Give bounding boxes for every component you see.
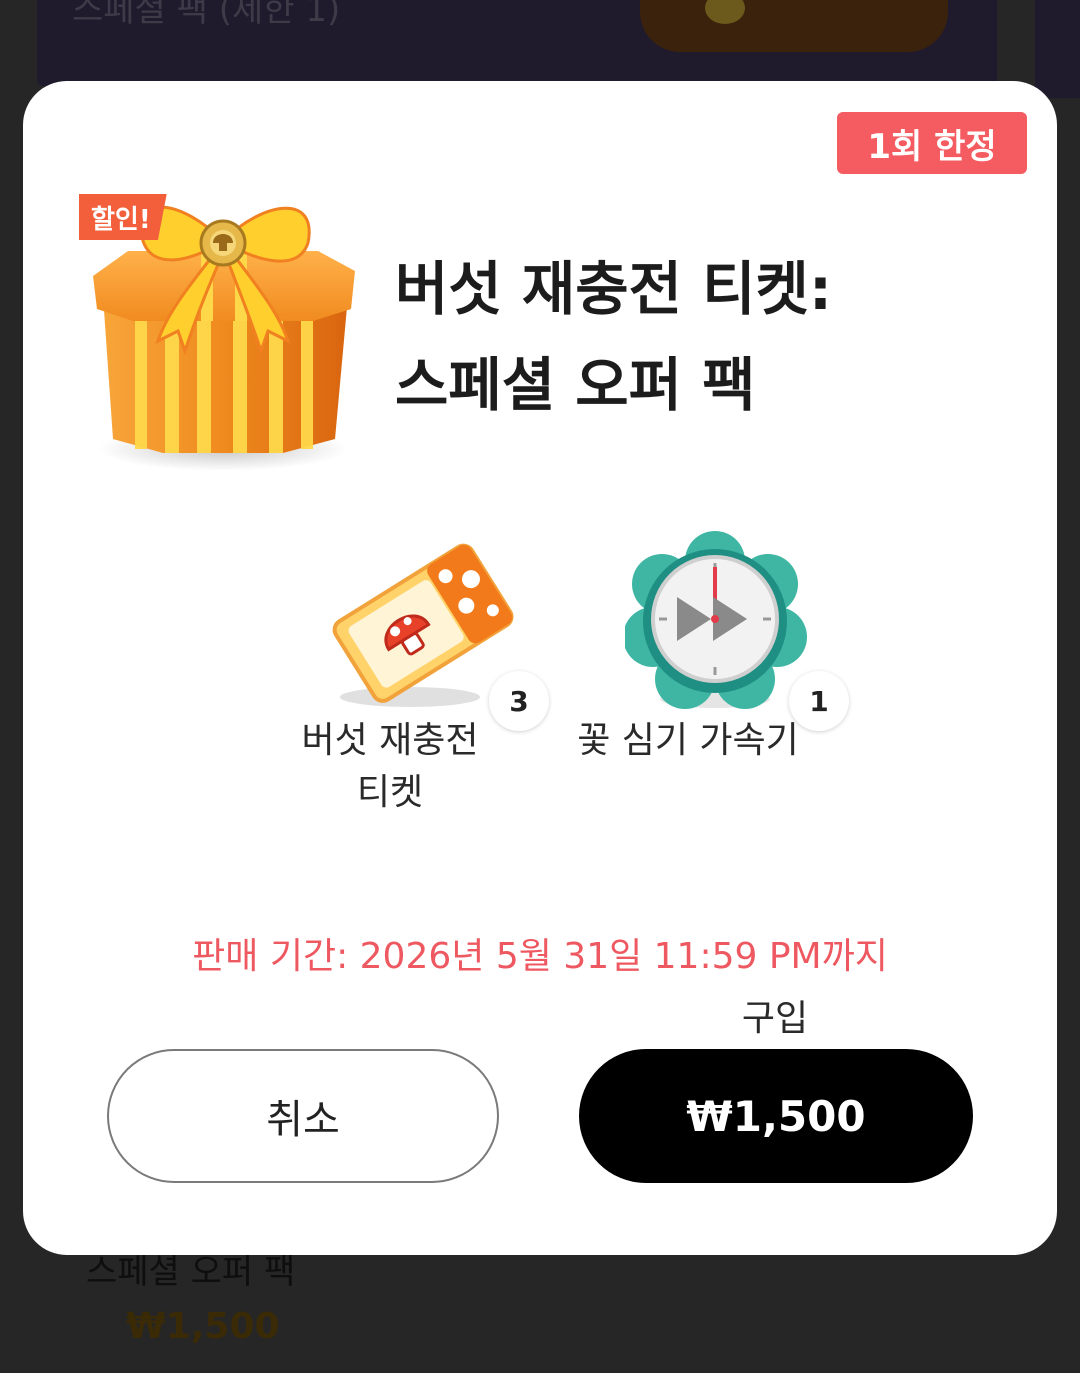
background-item-price: ₩1,500 bbox=[126, 1306, 280, 1347]
offer-title: 버섯 재충전 티켓: 스페셜 오퍼 팩 bbox=[395, 241, 995, 433]
background-card-right bbox=[1035, 0, 1080, 98]
reward-item-label: 꽃 심기 가속기 bbox=[553, 715, 823, 767]
one-time-limit-badge: 1회 한정 bbox=[837, 112, 1027, 174]
cancel-button[interactable]: 취소 bbox=[107, 1049, 499, 1183]
background-item-title: 스페셜 팩 (제한 1) bbox=[72, 0, 341, 30]
buy-label: 구입 bbox=[741, 998, 809, 1039]
item-label-line1: 버섯 재충전 bbox=[301, 720, 479, 761]
background-price-button bbox=[640, 0, 948, 52]
sale-period-text: 판매 기간: 2026년 5월 31일 11:59 PM까지 bbox=[192, 936, 888, 977]
reward-item-label: 버섯 재충전 티켓 bbox=[275, 715, 505, 819]
speed-clock-icon bbox=[623, 531, 807, 709]
offer-title-line2: 스페셜 오퍼 팩 bbox=[395, 351, 756, 419]
offer-title-line1: 버섯 재충전 티켓: bbox=[395, 255, 833, 323]
buy-price-button[interactable]: ₩1,500 bbox=[579, 1049, 973, 1183]
reward-item-speed-clock: 1 bbox=[605, 529, 849, 731]
item-label-line2: 티켓 bbox=[356, 772, 424, 813]
sale-tag: 할인! bbox=[79, 194, 167, 240]
item-label-line1: 꽃 심기 가속기 bbox=[577, 720, 799, 761]
mushroom-ticket-icon bbox=[332, 543, 514, 707]
offer-dialog: 1회 한정 할인! 버섯 재충전 티켓: 스페셜 오퍼 팩 3 버섯 재충전 티… bbox=[23, 81, 1057, 1255]
reward-item-mushroom-ticket: 3 bbox=[305, 529, 549, 731]
